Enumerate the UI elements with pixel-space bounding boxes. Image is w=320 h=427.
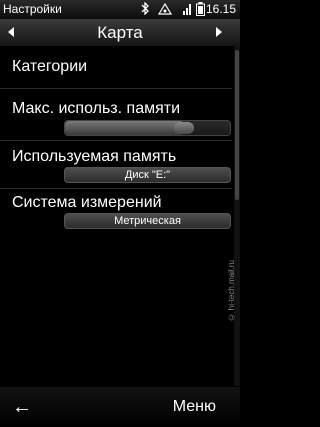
watermark: © hi-tech.mail.ru	[227, 260, 236, 322]
back-arrow-icon[interactable]: ←	[12, 396, 32, 419]
page-title: Карта	[97, 23, 143, 42]
setting-measurement-system[interactable]: Система измерений Метрическая	[0, 189, 240, 235]
softkey-bar: ← Меню	[0, 387, 240, 427]
measurement-system-label: Система измерений	[12, 194, 162, 211]
max-memory-label: Макс. использ. памяти	[12, 100, 181, 117]
used-memory-label: Используемая память	[12, 148, 177, 165]
max-memory-slider-fill	[65, 121, 184, 135]
setting-max-memory[interactable]: Макс. использ. памяти	[0, 89, 240, 139]
max-memory-slider[interactable]	[64, 120, 231, 136]
signal-icon	[157, 2, 173, 20]
max-memory-slider-thumb[interactable]	[174, 122, 194, 134]
categories-label: Категории	[12, 58, 88, 75]
setting-used-memory[interactable]: Используемая память Диск "E:"	[0, 141, 240, 187]
title-bar: Карта	[0, 19, 240, 47]
setting-categories[interactable]: Категории	[0, 48, 240, 88]
wifi-icon	[183, 2, 192, 20]
scrollbar-thumb[interactable]	[235, 50, 239, 200]
status-app-name: Настройки	[3, 2, 62, 16]
status-bar: Настройки 16.15	[0, 0, 240, 19]
scrollbar[interactable]	[234, 46, 240, 386]
status-time: 16.15	[205, 2, 236, 16]
bluetooth-icon	[140, 1, 150, 20]
measurement-system-value[interactable]: Метрическая	[64, 213, 231, 229]
menu-button[interactable]: Меню	[173, 398, 216, 416]
arrow-right-icon[interactable]	[216, 27, 222, 37]
used-memory-value[interactable]: Диск "E:"	[64, 167, 231, 183]
